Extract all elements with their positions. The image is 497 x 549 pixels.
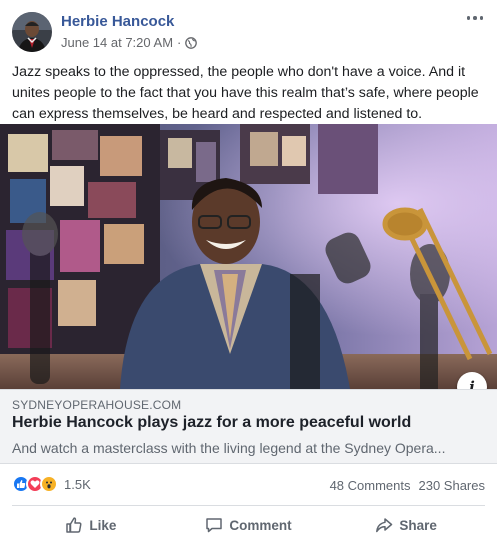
more-options-icon[interactable]: [463, 8, 487, 28]
divider: [12, 505, 485, 506]
author-avatar[interactable]: [12, 12, 52, 52]
post-header: Herbie Hancock June 14 at 7:20 AM ·: [0, 0, 497, 58]
engagement-counts: 48 Comments 230 Shares: [330, 478, 485, 493]
comment-button[interactable]: Comment: [170, 508, 328, 542]
link-description: And watch a masterclass with the living …: [12, 440, 446, 456]
link-domain: SYDNEYOPERAHOUSE.COM: [12, 398, 182, 412]
action-bar: Like Comment Share: [12, 508, 485, 542]
share-button-label: Share: [399, 517, 437, 533]
link-title[interactable]: Herbie Hancock plays jazz for a more pea…: [12, 414, 411, 432]
comment-button-label: Comment: [229, 517, 292, 533]
post-text: Jazz speaks to the oppressed, the people…: [12, 64, 479, 122]
facebook-post: Herbie Hancock June 14 at 7:20 AM · Jazz…: [0, 0, 497, 549]
like-button-label: Like: [89, 517, 117, 533]
comments-count[interactable]: 48 Comments: [330, 478, 411, 493]
reaction-count[interactable]: 1.5K: [64, 477, 91, 492]
share-button[interactable]: Share: [327, 508, 485, 542]
author-name[interactable]: Herbie Hancock: [61, 13, 174, 30]
meta-separator: ·: [177, 35, 182, 50]
shares-count[interactable]: 230 Shares: [419, 478, 486, 493]
wow-icon: [40, 475, 58, 493]
post-meta: June 14 at 7:20 AM ·: [61, 35, 198, 50]
post-timestamp[interactable]: June 14 at 7:20 AM: [61, 35, 173, 50]
globe-icon[interactable]: [185, 36, 198, 49]
reactions-summary[interactable]: 1.5K: [12, 475, 91, 493]
thumbs-up-icon: [66, 517, 82, 533]
comment-icon: [206, 518, 223, 533]
link-preview-image[interactable]: [0, 124, 497, 389]
musician-photo: [0, 124, 497, 389]
link-preview[interactable]: SYDNEYOPERAHOUSE.COM Herbie Hancock play…: [0, 389, 497, 464]
share-icon: [376, 518, 393, 533]
like-button[interactable]: Like: [12, 508, 170, 542]
